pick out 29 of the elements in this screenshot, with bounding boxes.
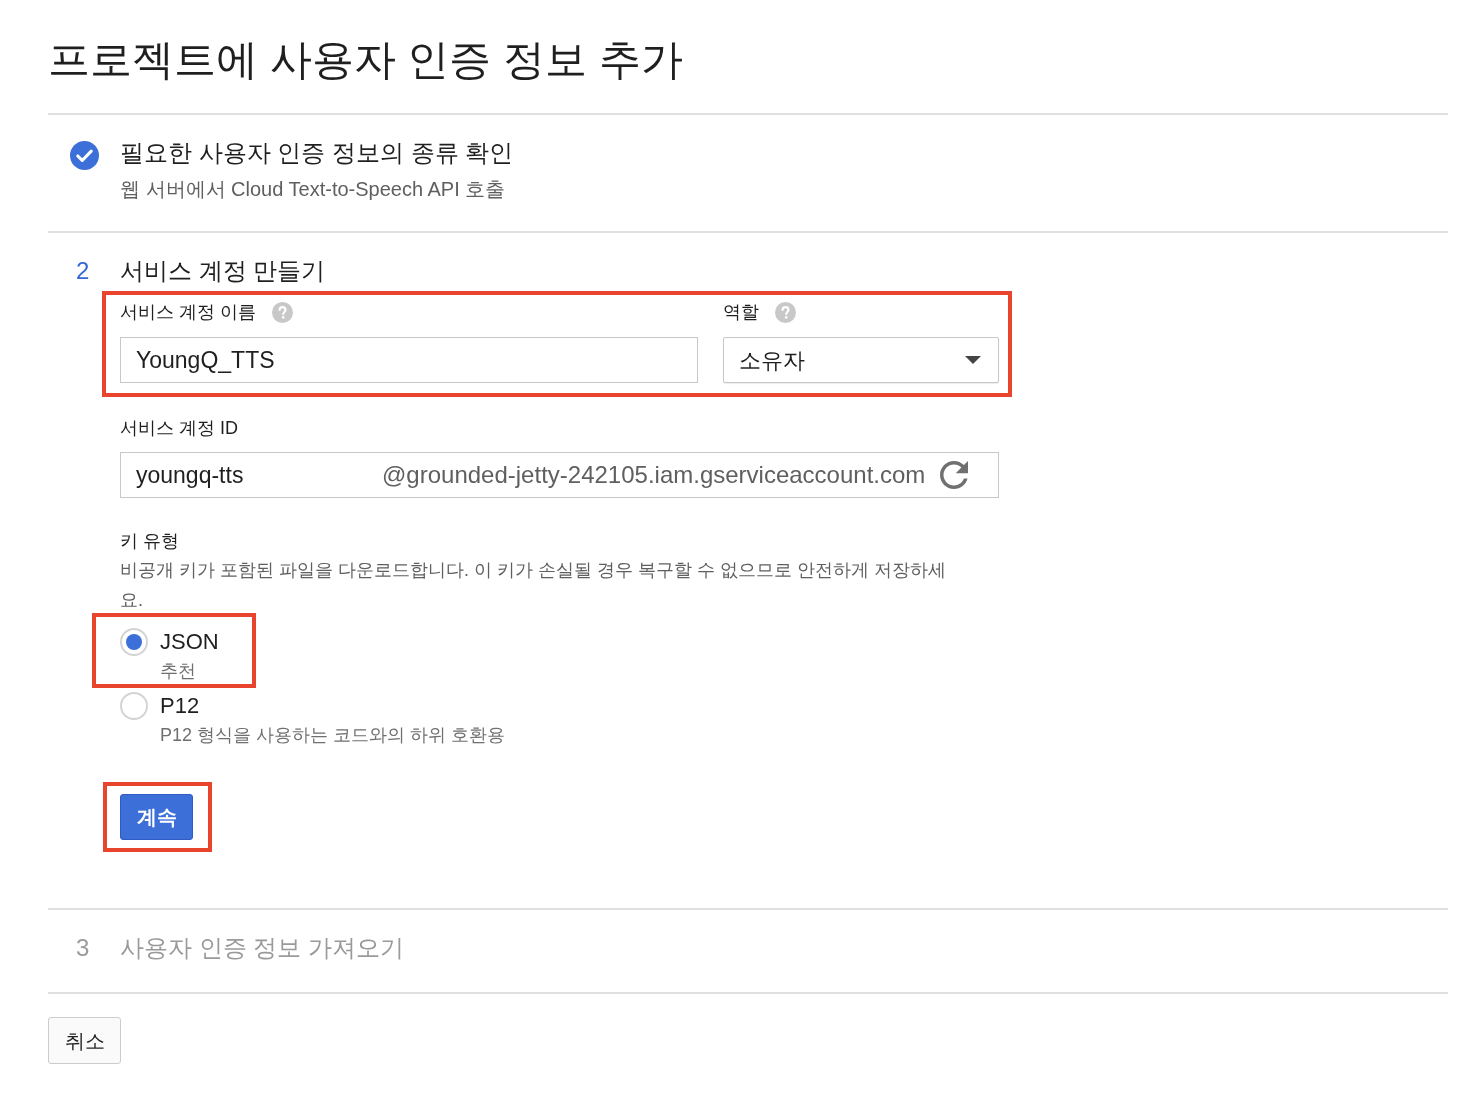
option-hint: P12 형식을 사용하는 코드와의 하위 호환용 bbox=[160, 724, 506, 747]
help-icon[interactable] bbox=[775, 301, 796, 323]
service-account-id-field[interactable]: youngq-tts @grounded-jetty-242105.iam.gserviceaccount.com bbox=[120, 452, 999, 498]
field-label: 역할 bbox=[723, 301, 759, 324]
continue-button[interactable]: 계속 bbox=[120, 794, 193, 840]
step-title: 서비스 계정 만들기 bbox=[120, 256, 326, 286]
caret-icon bbox=[965, 356, 981, 364]
radio-label[interactable]: JSON bbox=[160, 628, 219, 656]
domain-suffix-text: @grounded-jetty-242105.iam.gserviceaccount.com bbox=[382, 460, 926, 490]
radio-button[interactable] bbox=[120, 692, 148, 720]
help-icon[interactable] bbox=[272, 301, 293, 323]
check-circle-icon bbox=[70, 141, 99, 170]
section-label: 키 유형 bbox=[120, 530, 179, 553]
field-label: 서비스 계정 이름 bbox=[120, 301, 256, 324]
page-title: 프로젝트에 사용자 인증 정보 추가 bbox=[48, 36, 683, 84]
step-number: 3 bbox=[76, 933, 90, 963]
field-label: 서비스 계정 ID bbox=[120, 417, 238, 440]
step-title: 사용자 인증 정보 가져오기 bbox=[120, 933, 404, 963]
cancel-button[interactable]: 취소 bbox=[48, 1017, 121, 1064]
role-dropdown[interactable]: 소유자 bbox=[723, 337, 999, 383]
step-number: 2 bbox=[76, 256, 90, 286]
radio-label[interactable]: P12 bbox=[160, 692, 200, 720]
name-input-field[interactable]: YoungQ_TTS bbox=[120, 337, 698, 383]
option-hint: 추천 bbox=[160, 660, 197, 683]
step-summary: 웹 서버에서 Cloud Text-to-Speech API 호출 bbox=[120, 177, 506, 202]
key-type-description: 비공개 키가 포함된 파일을 다운로드합니다. 이 키가 손실될 경우 복구할 수 없으므로 안전하게 저장하세요. bbox=[120, 559, 947, 612]
radio-button[interactable] bbox=[120, 628, 148, 656]
refresh-icon[interactable] bbox=[940, 461, 968, 489]
step-title: 필요한 사용자 인증 정보의 종류 확인 bbox=[120, 138, 514, 168]
